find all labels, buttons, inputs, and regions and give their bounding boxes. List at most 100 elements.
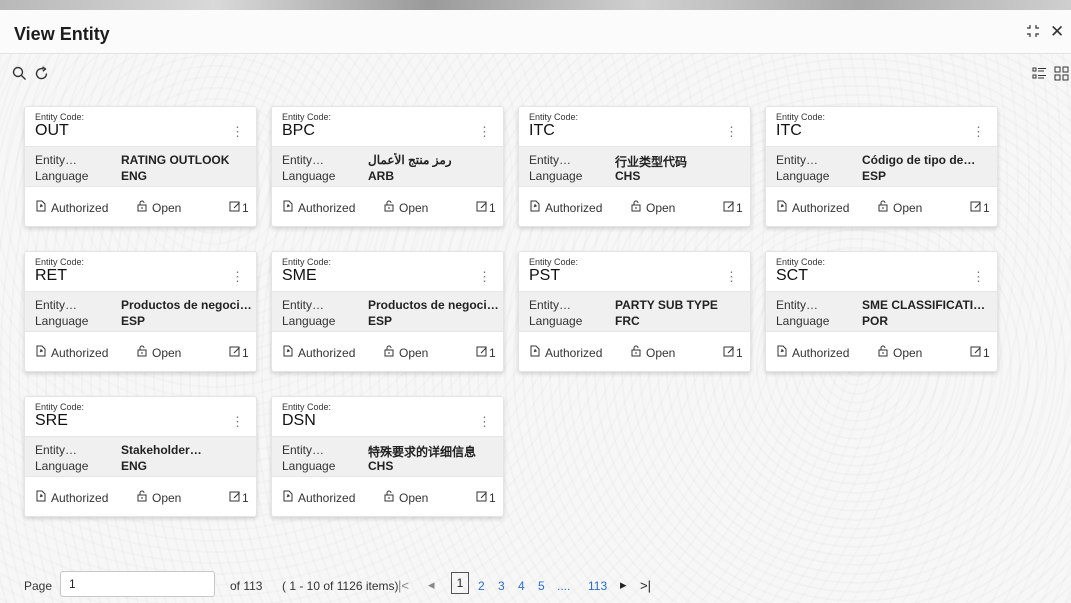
card-details: Entity… 行业类型代码 Language CHS: [519, 146, 750, 187]
authorized-status-text: Authorized: [51, 201, 109, 215]
entity-card[interactable]: Entity Code: ITC ⋮ Entity… 行业类型代码 Language CHS…: [518, 106, 751, 227]
lock-status: Open: [136, 345, 181, 360]
version-count[interactable]: 1: [229, 490, 249, 505]
entity-name-label: Entity…: [282, 298, 325, 312]
page-link[interactable]: 3: [498, 579, 505, 593]
previous-page-button[interactable]: ◂: [428, 577, 435, 593]
entity-card[interactable]: Entity Code: PST ⋮ Entity… PARTY SUB TYPE Lan…: [518, 251, 751, 372]
more-options-icon[interactable]: ⋮: [725, 270, 738, 283]
authorized-status: Authorized: [529, 345, 602, 360]
lock-status: Open: [383, 200, 428, 215]
entity-card[interactable]: Entity Code: RET ⋮ Entity… Productos de nego…: [24, 251, 257, 372]
unlock-icon: [383, 490, 395, 505]
edit-icon: [723, 345, 735, 360]
entity-name-label: Entity…: [529, 298, 572, 312]
close-icon[interactable]: ✕: [1050, 22, 1064, 42]
unlock-icon: [383, 345, 395, 360]
authorized-status-text: Authorized: [545, 346, 603, 360]
more-options-icon[interactable]: ⋮: [478, 415, 491, 428]
more-options-icon[interactable]: ⋮: [478, 270, 491, 283]
card-details: Entity… Stakeholder… Language ENG: [25, 436, 256, 477]
entity-card[interactable]: Entity Code: SME ⋮ Entity… Productos de nego…: [271, 251, 504, 372]
authorized-status-text: Authorized: [298, 346, 356, 360]
authorized-status-text: Authorized: [51, 491, 109, 505]
entity-code-value: BPC: [282, 122, 315, 139]
entity-code-value: ITC: [529, 122, 555, 139]
version-count[interactable]: 1: [476, 490, 496, 505]
authorized-status: Authorized: [282, 345, 355, 360]
list-view-icon[interactable]: [1032, 66, 1047, 85]
minimize-icon[interactable]: [1026, 24, 1040, 42]
authorized-status: Authorized: [35, 490, 108, 505]
first-page-button[interactable]: |<: [398, 578, 409, 593]
authorized-icon: [776, 200, 788, 215]
authorized-status-text: Authorized: [298, 491, 356, 505]
search-icon[interactable]: [12, 66, 27, 85]
language-label: Language: [282, 314, 336, 328]
entity-card[interactable]: Entity Code: SRE ⋮ Entity… Stakeholder… Langu…: [24, 396, 257, 517]
version-count[interactable]: 1: [476, 345, 496, 360]
more-options-icon[interactable]: ⋮: [972, 125, 985, 138]
edit-icon: [476, 345, 488, 360]
last-page-link[interactable]: 113: [588, 579, 607, 593]
more-options-icon[interactable]: ⋮: [231, 125, 244, 138]
card-footer: Authorized Open 1: [519, 332, 750, 371]
version-count-text: 1: [489, 346, 496, 360]
page-link[interactable]: 4: [518, 579, 525, 593]
authorized-status: Authorized: [35, 345, 108, 360]
authorized-status: Authorized: [529, 200, 602, 215]
language-value: FRC: [615, 314, 640, 328]
entity-name-label: Entity…: [35, 298, 78, 312]
language-value: ESP: [121, 314, 146, 328]
card-header: Entity Code: SME ⋮: [272, 252, 503, 291]
edit-icon: [229, 345, 241, 360]
entity-card[interactable]: Entity Code: DSN ⋮ Entity… 特殊要求的详细信息 Language…: [271, 396, 504, 517]
lock-status: Open: [136, 490, 181, 505]
more-options-icon[interactable]: ⋮: [478, 125, 491, 138]
version-count[interactable]: 1: [970, 200, 990, 215]
card-footer: Authorized Open 1: [25, 187, 256, 226]
entity-card[interactable]: Entity Code: BPC ⋮ Entity… رمز منتج الأعمال L…: [271, 106, 504, 227]
page-number-input[interactable]: [60, 571, 215, 597]
more-options-icon[interactable]: ⋮: [725, 125, 738, 138]
more-options-icon[interactable]: ⋮: [231, 270, 244, 283]
current-page-indicator[interactable]: 1: [451, 572, 469, 594]
entity-code-value: ITC: [776, 122, 802, 139]
entity-card[interactable]: Entity Code: OUT ⋮ Entity… RATING OUTLOOK Lan…: [24, 106, 257, 227]
entity-name-value: Productos de negocio…: [368, 298, 500, 312]
more-options-icon[interactable]: ⋮: [972, 270, 985, 283]
last-page-button[interactable]: >|: [640, 578, 651, 593]
language-value: ARB: [368, 169, 394, 183]
page-link[interactable]: 2: [478, 579, 485, 593]
unlock-icon: [136, 345, 148, 360]
entity-name-value: Código de tipo de…: [862, 153, 976, 167]
entity-card[interactable]: Entity Code: ITC ⋮ Entity… Código de tipo de…: [765, 106, 998, 227]
page-link[interactable]: 5: [538, 579, 545, 593]
unlock-icon: [136, 490, 148, 505]
unlock-icon: [877, 200, 889, 215]
version-count[interactable]: 1: [476, 200, 496, 215]
entity-name-value: PARTY SUB TYPE: [615, 298, 718, 312]
items-range-text: ( 1 - 10 of 1126 items): [282, 579, 399, 593]
entity-card[interactable]: Entity Code: SCT ⋮ Entity… SME CLASSIFICATIO…: [765, 251, 998, 372]
more-options-icon[interactable]: ⋮: [231, 415, 244, 428]
grid-view-icon[interactable]: [1054, 66, 1069, 85]
version-count[interactable]: 1: [970, 345, 990, 360]
card-footer: Authorized Open 1: [25, 477, 256, 516]
version-count[interactable]: 1: [229, 345, 249, 360]
lock-status-text: Open: [893, 346, 923, 360]
unlock-icon: [136, 200, 148, 215]
refresh-icon[interactable]: [34, 66, 49, 85]
next-page-button[interactable]: ▸: [620, 577, 627, 593]
version-count-text: 1: [983, 346, 990, 360]
version-count[interactable]: 1: [229, 200, 249, 215]
card-header: Entity Code: SCT ⋮: [766, 252, 997, 291]
version-count[interactable]: 1: [723, 200, 743, 215]
entity-name-value: Productos de negocio…: [121, 298, 253, 312]
entity-name-label: Entity…: [282, 153, 325, 167]
entity-code-value: RET: [35, 267, 67, 284]
unlock-icon: [877, 345, 889, 360]
entity-name-value: Stakeholder…: [121, 443, 202, 457]
version-count[interactable]: 1: [723, 345, 743, 360]
card-details: Entity… SME CLASSIFICATIO… Language POR: [766, 291, 997, 332]
